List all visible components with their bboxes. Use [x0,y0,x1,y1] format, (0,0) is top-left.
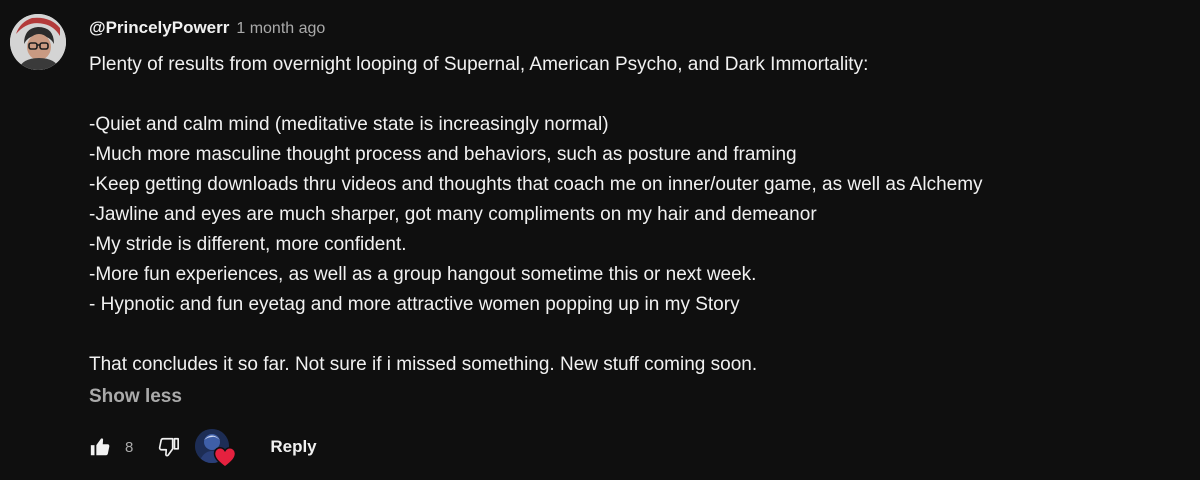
comment-line: -Keep getting downloads thru videos and … [89,174,983,195]
comment-line-blank [89,80,1189,110]
author-name[interactable]: @PrincelyPowerr [89,18,229,38]
dislike-button[interactable] [154,432,184,462]
comment-line: Plenty of results from overnight looping… [89,54,869,75]
like-count: 8 [125,438,134,456]
comment-line: - Hypnotic and fun eyetag and more attra… [89,294,740,315]
author-avatar[interactable] [10,14,66,70]
comment-line: -Jawline and eyes are much sharper, got … [89,204,817,225]
like-button[interactable] [85,432,115,462]
creator-heart [195,427,237,468]
comment-line: That concludes it so far. Not sure if i … [89,354,758,375]
thumbs-down-icon [159,437,180,457]
comment-line: -More fun experiences, as well as a grou… [89,264,757,285]
comment-line-blank [89,320,1189,350]
comment-text: Plenty of results from overnight looping… [89,50,1189,380]
comment-header: @PrincelyPowerr 1 month ago [89,18,325,42]
comment-timestamp[interactable]: 1 month ago [236,20,325,38]
heart-icon [214,447,237,468]
show-less-button[interactable]: Show less [89,386,182,408]
comment-thread: @PrincelyPowerr 1 month ago Plenty of re… [0,0,1200,480]
thumbs-up-icon [90,438,110,456]
comment-line: -Much more masculine thought process and… [89,144,797,165]
comment-action-bar: 8 Reply [85,426,317,468]
reply-button[interactable]: Reply [270,429,316,465]
comment-line: -Quiet and calm mind (meditative state i… [89,114,609,135]
comment-line: -My stride is different, more confident. [89,234,407,255]
